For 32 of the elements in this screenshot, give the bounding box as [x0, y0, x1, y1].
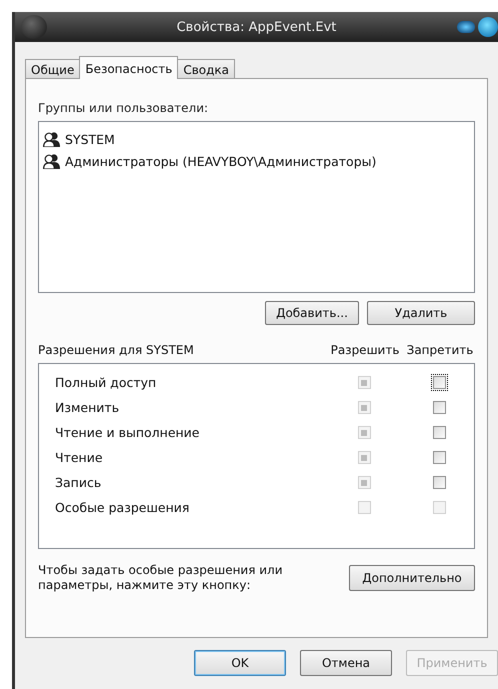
column-header: Запретить	[406, 343, 474, 357]
advanced-hint: Чтобы задать особые разрешения или параметры, нажмите эту кнопку:	[38, 563, 284, 593]
checkbox[interactable]	[430, 399, 448, 416]
permission-name: Чтение	[55, 450, 104, 465]
window-title: Свойства: AppEvent.Evt	[176, 20, 336, 34]
checkbox[interactable]	[430, 424, 448, 441]
groups-label: Группы или пользователи:	[38, 101, 210, 115]
tab[interactable]: Общие	[25, 59, 80, 78]
checkbox[interactable]	[430, 374, 448, 391]
minimize-button[interactable]	[457, 21, 475, 33]
permission-name: Изменить	[55, 400, 120, 415]
permissions-label: Разрешения для SYSTEM	[38, 343, 195, 357]
checkbox[interactable]	[430, 449, 448, 466]
orb-icon	[21, 15, 47, 39]
checkbox[interactable]	[430, 474, 448, 491]
users-icon	[43, 131, 61, 147]
user-item[interactable]: SYSTEM	[43, 128, 470, 150]
list-button[interactable]: Удалить	[367, 301, 475, 325]
tab[interactable]: Сводка	[177, 59, 236, 78]
tab[interactable]: Безопасность	[79, 56, 178, 79]
permission-name: Полный доступ	[55, 375, 158, 390]
users-icon	[43, 153, 61, 169]
close-button[interactable]	[478, 17, 498, 37]
permission-name: Чтение и выполнение	[55, 425, 200, 440]
dialog-button[interactable]: Отмена	[300, 650, 392, 676]
dialog-button[interactable]: OK	[194, 650, 286, 676]
advanced-button[interactable]: Дополнительно	[349, 565, 475, 591]
permission-name: Запись	[55, 475, 102, 490]
list-button[interactable]: Добавить...	[265, 301, 359, 325]
user-item[interactable]: Администраторы (HEAVYBOY\Администраторы)	[43, 150, 470, 172]
column-header: Разрешить	[330, 343, 400, 357]
permission-name: Особые разрешения	[55, 500, 190, 515]
